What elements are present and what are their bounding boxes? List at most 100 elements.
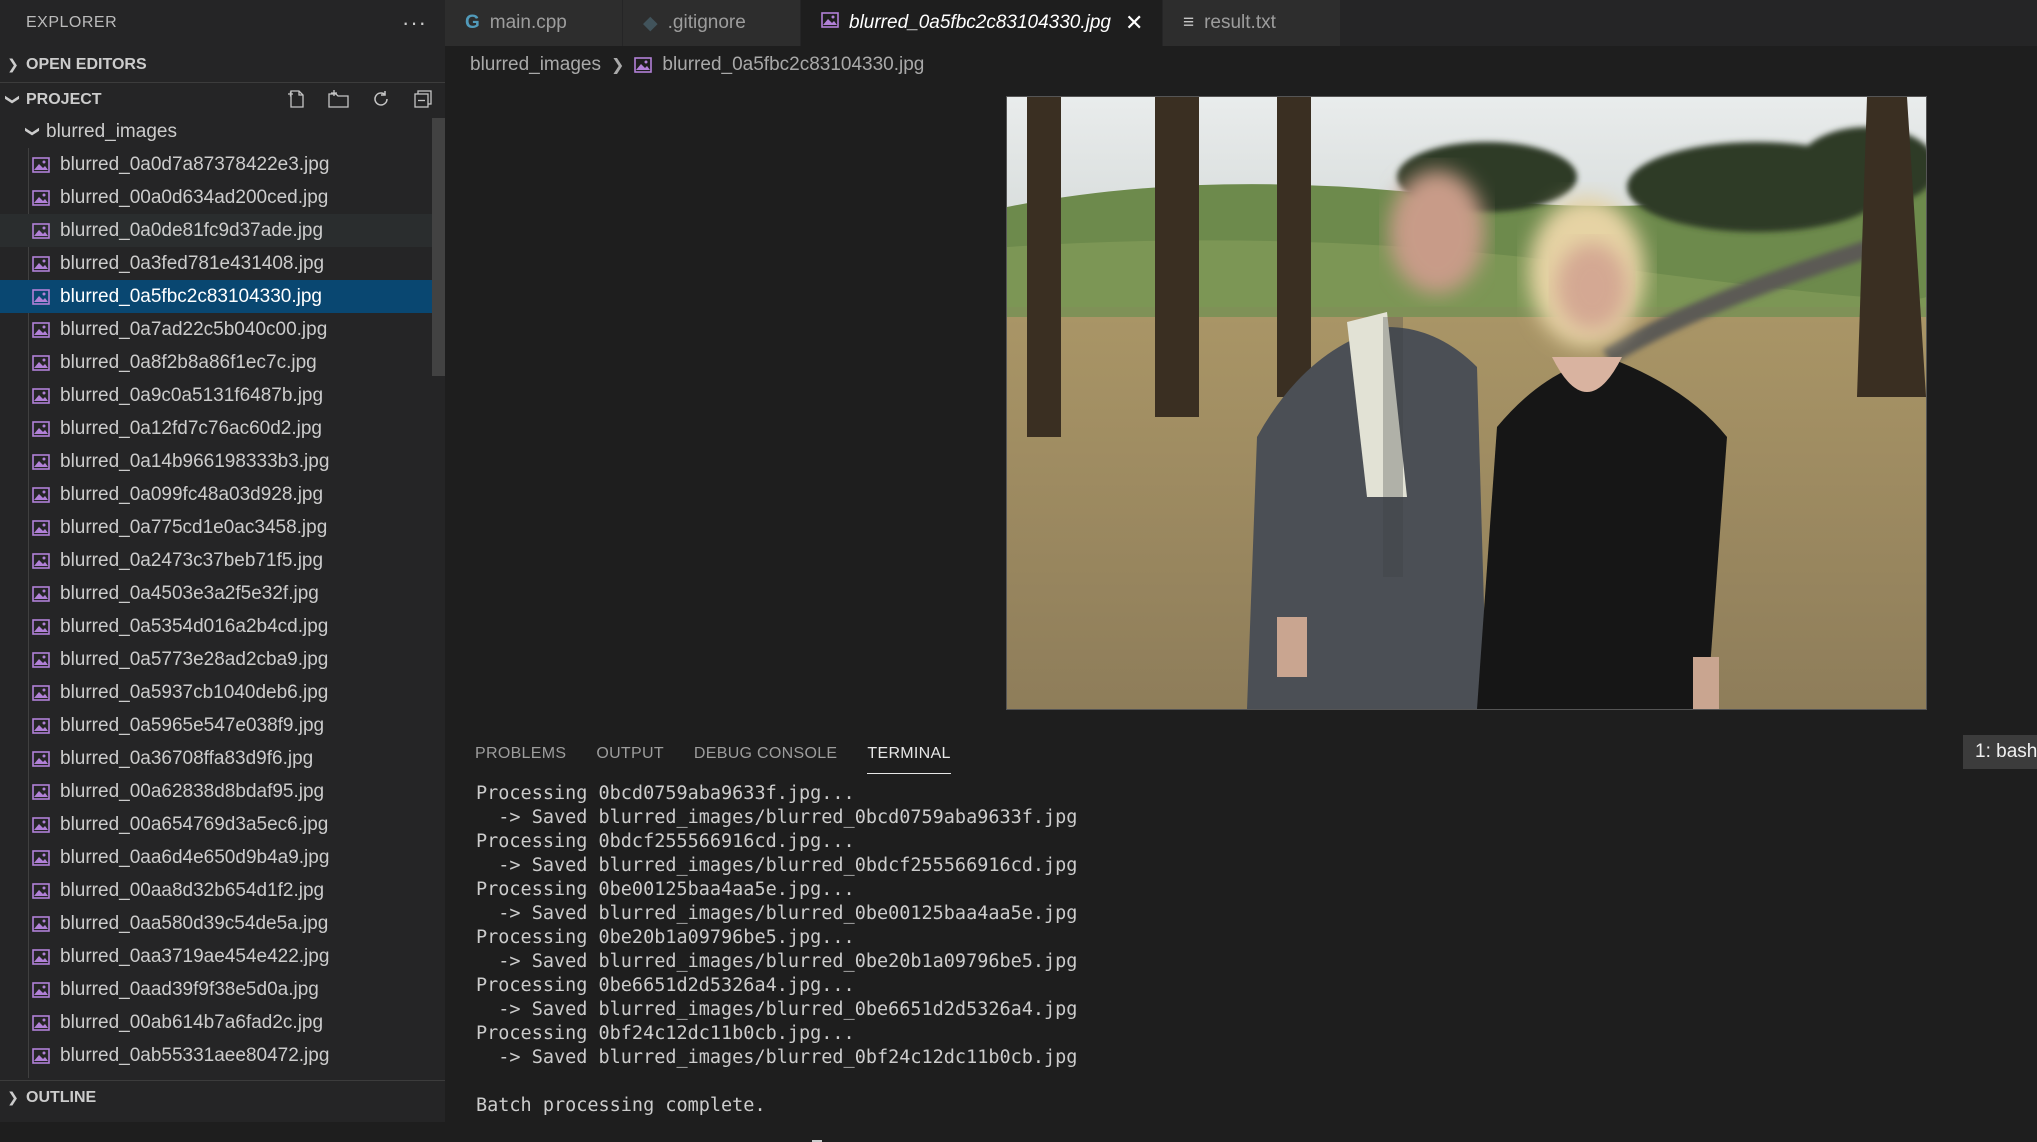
blurred-photo [1007, 97, 1926, 709]
file-item[interactable]: blurred_0a4503e3a2f5e32f.jpg [0, 577, 432, 610]
file-item[interactable]: blurred_0a5773e28ad2cba9.jpg [0, 643, 432, 676]
file-item[interactable]: blurred_0a5937cb1040deb6.jpg [0, 676, 432, 709]
file-label: blurred_0a5773e28ad2cba9.jpg [60, 648, 329, 670]
image-file-icon [32, 354, 50, 371]
file-label: blurred_0a9c0a5131f6487b.jpg [60, 384, 324, 406]
file-label: blurred_0aa6d4e650d9b4a9.jpg [60, 846, 330, 868]
file-label: blurred_0aad39f9f38e5d0a.jpg [60, 978, 319, 1000]
image-file-icon [32, 717, 50, 734]
terminal-line: -> Saved blurred_images/blurred_0be00125… [476, 903, 1078, 924]
image-file-icon [821, 12, 839, 34]
file-item[interactable]: blurred_0a8f2b8a86f1ec7c.jpg [0, 346, 432, 379]
tab-terminal[interactable]: TERMINAL [867, 735, 951, 774]
file-label: blurred_0a5354d016a2b4cd.jpg [60, 615, 329, 637]
image-file-icon [32, 651, 50, 668]
image-file-icon [32, 750, 50, 767]
file-item[interactable]: blurred_00a654769d3a5ec6.jpg [0, 808, 432, 841]
file-item[interactable]: blurred_0a36708ffa83d9f6.jpg [0, 742, 432, 775]
chevron-right-icon: ❯ [610, 57, 625, 74]
project-label: PROJECT [26, 90, 102, 108]
tab-output[interactable]: OUTPUT [596, 735, 664, 773]
file-label: blurred_0a5fbc2c83104330.jpg [60, 285, 322, 307]
image-file-icon [32, 981, 50, 998]
sidebar-scrollbar[interactable] [432, 118, 445, 376]
file-item[interactable]: blurred_0a3fed781e431408.jpg [0, 247, 432, 280]
new-folder-icon[interactable] [327, 87, 351, 111]
image-file-icon [32, 420, 50, 437]
new-file-icon[interactable] [285, 87, 309, 111]
file-item[interactable]: blurred_0a14b966198333b3.jpg [0, 445, 432, 478]
image-file-icon [634, 57, 653, 73]
more-actions-icon[interactable]: ··· [402, 10, 427, 36]
terminal-line: Processing 0be20b1a09796be5.jpg... [476, 927, 855, 948]
file-item[interactable]: blurred_00a62838d8bdaf95.jpg [0, 775, 432, 808]
file-label: blurred_0a099fc48a03d928.jpg [60, 483, 324, 505]
file-item[interactable]: blurred_00ab614b7a6fad2c.jpg [0, 1006, 432, 1039]
image-file-icon [32, 486, 50, 503]
outline-section[interactable]: ❯ OUTLINE [0, 1080, 445, 1114]
terminal-line: -> Saved blurred_images/blurred_0bcd0759… [476, 807, 1078, 828]
tab-problems[interactable]: PROBLEMS [475, 735, 566, 773]
tab-main-cpp[interactable]: G main.cpp [445, 0, 623, 46]
file-item[interactable]: blurred_00a0d634ad200ced.jpg [0, 181, 432, 214]
open-editors-section[interactable]: ❯ OPEN EDITORS [0, 48, 445, 81]
breadcrumb-file[interactable]: blurred_0a5fbc2c83104330.jpg [662, 54, 924, 76]
file-item[interactable]: blurred_00aa8d32b654d1f2.jpg [0, 874, 432, 907]
file-item[interactable]: blurred_0aa3719ae454e422.jpg [0, 940, 432, 973]
file-item[interactable]: blurred_0a7ad22c5b040c00.jpg [0, 313, 432, 346]
image-file-icon [32, 519, 50, 536]
refresh-icon[interactable] [369, 87, 393, 111]
file-item[interactable]: blurred_0aa580d39c54de5a.jpg [0, 907, 432, 940]
file-item[interactable]: blurred_0a2473c37beb71f5.jpg [0, 544, 432, 577]
image-preview [1006, 96, 1927, 710]
file-item[interactable]: blurred_0a12fd7c76ac60d2.jpg [0, 412, 432, 445]
breadcrumb-folder[interactable]: blurred_images [470, 54, 601, 76]
collapse-all-icon[interactable] [411, 87, 435, 111]
folder-blurred-images[interactable]: ❯ blurred_images [0, 115, 445, 148]
terminal-line: -> Saved blurred_images/blurred_0bdcf255… [476, 855, 1078, 876]
file-item[interactable]: blurred_0a775cd1e0ac3458.jpg [0, 511, 432, 544]
file-label: blurred_0a775cd1e0ac3458.jpg [60, 516, 328, 538]
project-section[interactable]: ❯ PROJECT [0, 82, 445, 116]
file-item[interactable]: blurred_0a9c0a5131f6487b.jpg [0, 379, 432, 412]
tab-gitignore[interactable]: ◆ .gitignore [623, 0, 801, 46]
image-file-icon [32, 816, 50, 833]
image-file-icon [32, 849, 50, 866]
breadcrumb: blurred_images ❯ blurred_0a5fbc2c8310433… [470, 50, 924, 80]
image-file-icon [32, 321, 50, 338]
file-item[interactable]: blurred_0a5fbc2c83104330.jpg [0, 280, 432, 313]
image-file-icon [32, 387, 50, 404]
tab-label: blurred_0a5fbc2c83104330.jpg [849, 12, 1111, 33]
file-label: blurred_0a12fd7c76ac60d2.jpg [60, 417, 322, 439]
folder-label: blurred_images [46, 120, 177, 142]
chevron-down-icon: ❯ [5, 93, 22, 106]
file-label: blurred_0a4503e3a2f5e32f.jpg [60, 582, 319, 604]
image-file-icon [32, 618, 50, 635]
terminal-line: Processing 0bdcf255566916cd.jpg... [476, 831, 855, 852]
image-file-icon [32, 585, 50, 602]
file-item[interactable]: blurred_0aad39f9f38e5d0a.jpg [0, 973, 432, 1006]
file-label: blurred_0aa3719ae454e422.jpg [60, 945, 330, 967]
terminal-line: Processing 0be6651d2d5326a4.jpg... [476, 975, 855, 996]
close-icon[interactable]: ✕ [1125, 10, 1143, 36]
tab-blurred-image[interactable]: blurred_0a5fbc2c83104330.jpg ✕ [801, 0, 1163, 46]
tab-debug-console[interactable]: DEBUG CONSOLE [694, 735, 838, 773]
editor-tab-bar: G main.cpp ◆ .gitignore blurred_0a5fbc2c… [445, 0, 2037, 46]
terminal-select[interactable]: 1: bash [1963, 735, 2037, 769]
tab-result-txt[interactable]: ≡ result.txt [1163, 0, 1341, 46]
file-item[interactable]: blurred_0a5965e547e038f9.jpg [0, 709, 432, 742]
file-item[interactable]: blurred_0a0de81fc9d37ade.jpg [0, 214, 432, 247]
file-item[interactable]: blurred_0a099fc48a03d928.jpg [0, 478, 432, 511]
terminal-line: Processing 0bcd0759aba9633f.jpg... [476, 783, 855, 804]
image-file-icon [32, 882, 50, 899]
file-item[interactable]: blurred_0aa6d4e650d9b4a9.jpg [0, 841, 432, 874]
file-item[interactable]: blurred_0a5354d016a2b4cd.jpg [0, 610, 432, 643]
chevron-right-icon: ❯ [7, 1089, 19, 1105]
file-label: blurred_0a8f2b8a86f1ec7c.jpg [60, 351, 317, 373]
chevron-down-icon: ❯ [25, 125, 42, 138]
file-item[interactable]: blurred_0a0d7a87378422e3.jpg [0, 148, 432, 181]
file-item[interactable]: blurred_0ab55331aee80472.jpg [0, 1039, 432, 1072]
tab-label: result.txt [1204, 12, 1276, 33]
terminal-output[interactable]: Processing 0bcd0759aba9633f.jpg... -> Sa… [476, 782, 1876, 1142]
file-list: blurred_0a0d7a87378422e3.jpg blurred_00a0… [0, 148, 432, 1078]
